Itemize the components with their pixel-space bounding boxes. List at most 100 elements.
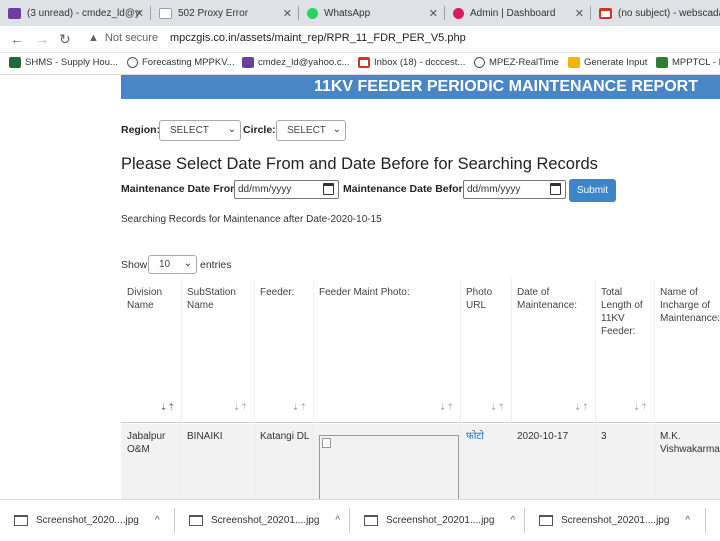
column-header-photo-url[interactable]: Photo URL ⇣⇡ xyxy=(460,278,511,423)
chevron-up-icon[interactable]: ^ xyxy=(335,515,340,526)
date-from-label: Maintenance Date From : xyxy=(121,183,246,195)
column-header-feeder[interactable]: Feeder: ⇣⇡ xyxy=(254,278,313,423)
globe-icon xyxy=(127,57,138,68)
bookmarks-bar: SHMS - Supply Hou... Forecasting MPPKV..… xyxy=(0,53,720,75)
tab-mail[interactable]: (3 unread) - cmdez_ld@y ✕ xyxy=(0,0,150,26)
column-header-substation[interactable]: SubStation Name ⇣⇡ xyxy=(181,278,254,423)
chevron-down-icon: ⌄ xyxy=(183,258,192,269)
download-shelf: Screenshot_2020....jpg ^ Screenshot_2020… xyxy=(0,499,720,540)
bookmark-inbox[interactable]: Inbox (18) - dcccest... xyxy=(358,57,465,68)
bookmark-label: MPEZ-RealTime xyxy=(489,57,559,68)
bookmark-mpez-realtime[interactable]: MPEZ-RealTime xyxy=(474,57,559,68)
download-filename: Screenshot_20201....jpg xyxy=(386,515,495,526)
bookmark-yahoo-mail[interactable]: cmdez_ld@yahoo.c... xyxy=(242,57,350,68)
cell-substation: BINAIKI xyxy=(187,431,223,442)
back-icon[interactable]: ← xyxy=(10,31,24,47)
region-select-value: SELECT xyxy=(170,125,209,136)
tab-strip: (3 unread) - cmdez_ld@y ✕ 502 Proxy Erro… xyxy=(0,0,720,26)
doc-icon xyxy=(568,57,580,68)
close-icon[interactable]: ✕ xyxy=(575,7,584,20)
submit-button[interactable]: Submit xyxy=(569,179,616,202)
tab-label: (3 unread) - cmdez_ld@y xyxy=(27,7,140,19)
date-before-placeholder: dd/mm/yyyy xyxy=(467,184,521,195)
sort-icon[interactable]: ⇣⇡ xyxy=(490,401,505,414)
broken-image-icon xyxy=(322,438,331,448)
chevron-up-icon[interactable]: ^ xyxy=(155,515,160,526)
region-label: Region: xyxy=(121,124,161,136)
column-header-date[interactable]: Date of Maintenance: ⇣⇡ xyxy=(511,278,595,423)
url-field[interactable]: mpczgis.co.in/assets/maint_rep/RPR_11_FD… xyxy=(170,32,466,44)
page-icon xyxy=(159,7,172,19)
tab-label: Admin | Dashboard xyxy=(470,7,556,19)
entries-select[interactable]: 10 ⌄ xyxy=(148,255,197,274)
column-header-division[interactable]: Division Name ⇣⇡ xyxy=(121,278,181,423)
tab-label: WhatsApp xyxy=(324,7,371,19)
sort-icon[interactable]: ⇣⇡ xyxy=(160,401,175,414)
bookmark-label: Forecasting MPPKV... xyxy=(142,57,235,68)
calendar-icon[interactable] xyxy=(550,183,561,195)
image-icon xyxy=(656,57,668,68)
gmail-icon xyxy=(599,7,612,19)
bookmark-forecasting[interactable]: Forecasting MPPKV... xyxy=(127,57,235,68)
chevron-up-icon[interactable]: ^ xyxy=(510,515,515,526)
reload-icon[interactable]: ↻ xyxy=(59,31,71,48)
column-header-incharge[interactable]: Name of Incharge of Maintenance: xyxy=(654,278,720,423)
sort-icon[interactable]: ⇣⇡ xyxy=(233,401,248,414)
download-item[interactable]: Screenshot_20201....jpg ^ xyxy=(175,500,349,541)
chevron-up-icon[interactable]: ^ xyxy=(685,515,690,526)
circle-select-value: SELECT xyxy=(287,125,326,136)
sort-icon[interactable]: ⇣⇡ xyxy=(574,401,589,414)
download-filename: Screenshot_2020....jpg xyxy=(36,515,139,526)
bookmark-label: cmdez_ld@yahoo.c... xyxy=(258,57,350,68)
sort-icon[interactable]: ⇣⇡ xyxy=(292,401,307,414)
download-item[interactable]: Screenshot_20201....jpg ^ xyxy=(525,500,705,541)
sort-icon[interactable]: ⇣⇡ xyxy=(633,401,648,414)
admin-icon xyxy=(453,7,464,19)
cell-photo-url[interactable]: फोटो xyxy=(466,430,484,443)
entries-label: entries xyxy=(200,259,232,271)
warning-icon: ▲ xyxy=(88,32,99,44)
security-indicator[interactable]: ▲ Not secure xyxy=(88,32,158,44)
bookmark-label: Inbox (18) - dcccest... xyxy=(374,57,466,68)
report-banner: 11KV FEEDER PERIODIC MAINTENANCE REPORT xyxy=(121,75,720,99)
bookmark-generate-input[interactable]: Generate Input xyxy=(568,57,647,68)
download-item[interactable]: Screenshot_20201....jpg ^ xyxy=(350,500,524,541)
chevron-down-icon: ⌄ xyxy=(227,124,236,135)
chevron-down-icon: ⌄ xyxy=(332,124,341,135)
bookmark-icon xyxy=(9,57,21,68)
date-from-input[interactable]: dd/mm/yyyy xyxy=(234,180,339,199)
bookmark-mpptcl[interactable]: MPPTCL - D xyxy=(656,57,720,68)
bookmark-label: SHMS - Supply Hou... xyxy=(25,57,118,68)
date-before-input[interactable]: dd/mm/yyyy xyxy=(463,180,566,199)
tab-admin-dashboard[interactable]: Admin | Dashboard ✕ xyxy=(445,0,590,26)
region-select[interactable]: SELECT ⌄ xyxy=(159,120,241,141)
mail-icon xyxy=(242,57,254,68)
circle-select[interactable]: SELECT ⌄ xyxy=(276,120,346,141)
tab-label: (no subject) - webscada xyxy=(618,7,720,19)
close-icon[interactable]: ✕ xyxy=(283,7,292,20)
header-text: Division Name xyxy=(127,287,163,311)
security-label: Not secure xyxy=(104,32,159,44)
column-header-length[interactable]: Total Length of 11KV Feeder: ⇣⇡ xyxy=(595,278,654,423)
tab-whatsapp[interactable]: WhatsApp ✕ xyxy=(299,0,444,26)
column-header-feeder-photo[interactable]: Feeder Maint Photo: ⇣⇡ xyxy=(313,278,460,423)
date-before-label: Maintenance Date Before : xyxy=(343,183,475,195)
download-item[interactable]: Screenshot_2020....jpg ^ xyxy=(0,500,174,541)
header-text: Total Length of 11KV Feeder: xyxy=(601,287,643,337)
sort-icon[interactable]: ⇣⇡ xyxy=(439,401,454,414)
tab-gmail[interactable]: (no subject) - webscada xyxy=(591,0,720,26)
tab-proxy-error[interactable]: 502 Proxy Error ✕ xyxy=(151,0,298,26)
bookmark-shms[interactable]: SHMS - Supply Hou... xyxy=(9,57,118,68)
close-icon[interactable]: ✕ xyxy=(429,7,438,20)
cell-incharge: M.K. Vishwakarma xyxy=(660,431,720,455)
feeder-photo-image xyxy=(319,435,459,499)
close-icon[interactable]: ✕ xyxy=(135,7,144,20)
calendar-icon[interactable] xyxy=(323,183,334,195)
address-bar: ← → ↻ ▲ Not secure mpczgis.co.in/assets/… xyxy=(0,26,720,53)
cell-length: 3 xyxy=(601,431,607,442)
forward-icon[interactable]: → xyxy=(35,31,49,47)
header-text: Date of Maintenance: xyxy=(517,287,578,311)
image-file-icon xyxy=(189,515,203,526)
gmail-icon xyxy=(358,57,370,68)
photo-link[interactable]: फोटो xyxy=(466,431,484,442)
